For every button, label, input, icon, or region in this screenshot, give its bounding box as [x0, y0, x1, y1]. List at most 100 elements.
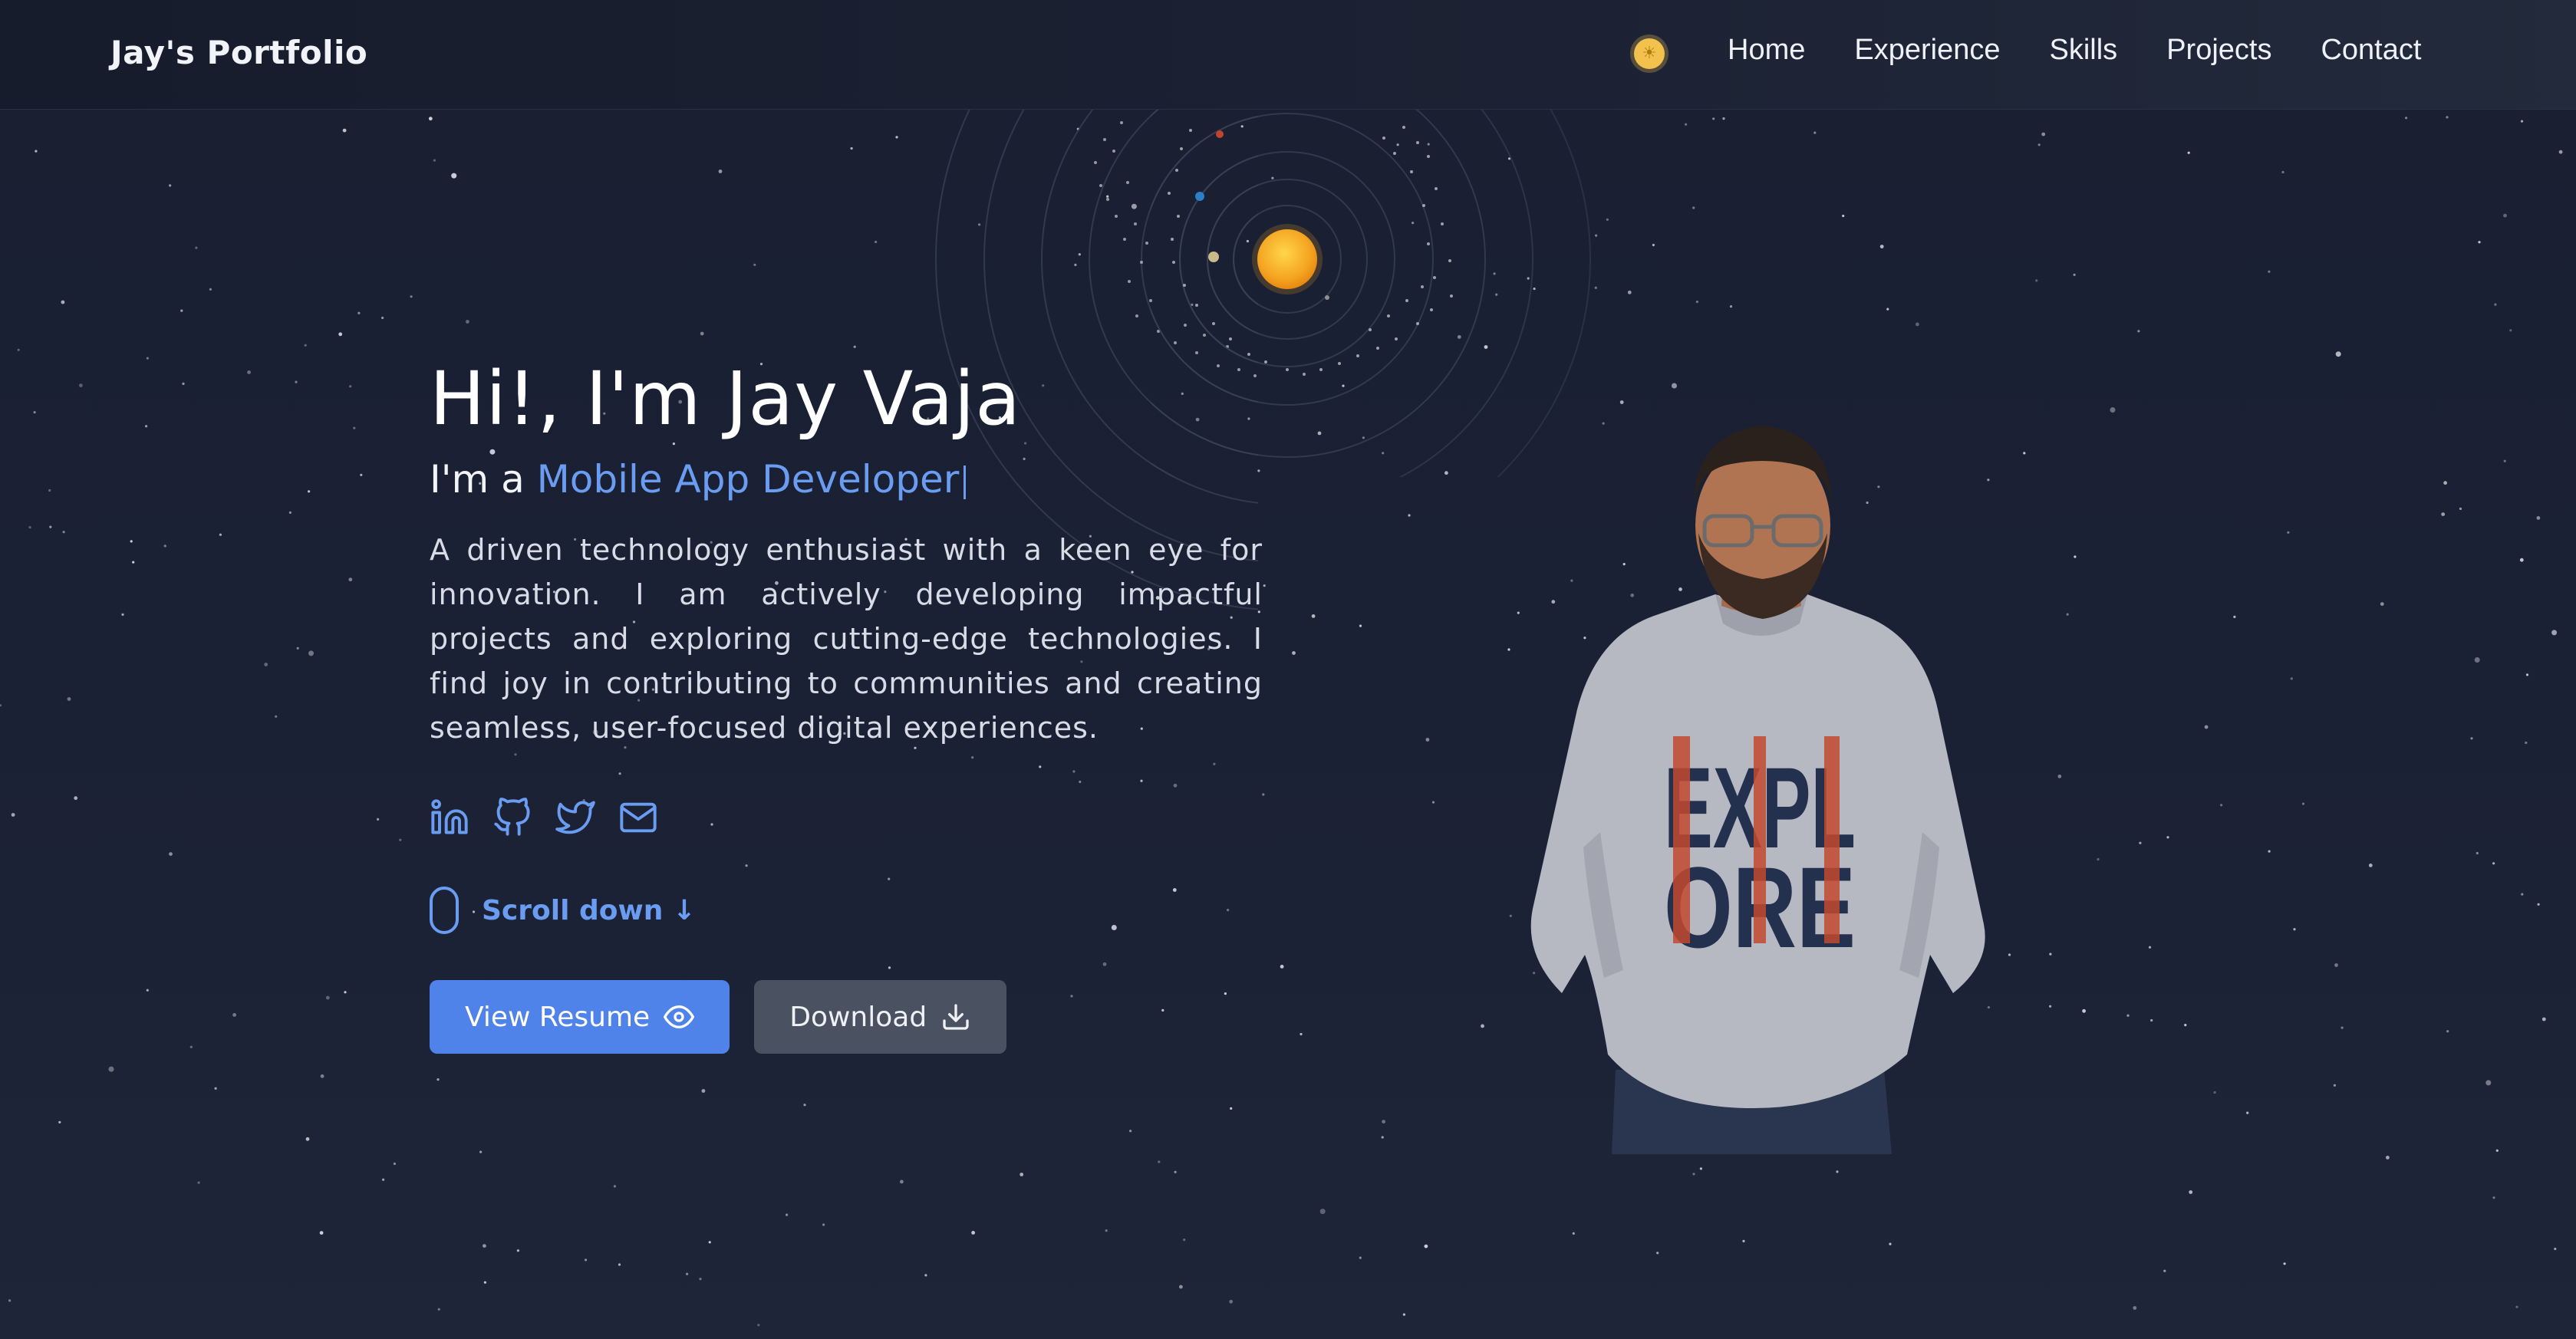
scroll-down-link[interactable]: Scroll down ↓	[430, 887, 1263, 934]
view-resume-button[interactable]: View Resume	[430, 980, 730, 1054]
star	[342, 128, 347, 133]
star	[247, 370, 251, 374]
twitter-icon[interactable]	[555, 798, 595, 837]
download-resume-button[interactable]: Download	[754, 980, 1007, 1054]
star	[618, 1263, 621, 1266]
star	[2268, 850, 2271, 853]
star	[1424, 1244, 1428, 1249]
star	[0, 704, 2, 707]
star	[344, 991, 347, 994]
star	[2478, 241, 2481, 244]
star	[48, 489, 51, 492]
star	[1381, 1136, 1384, 1139]
theme-toggle-button[interactable]: ☀	[1634, 38, 1665, 69]
star	[2041, 132, 2046, 137]
star	[1842, 214, 1845, 218]
mail-icon[interactable]	[618, 798, 658, 837]
scroll-down-label: Scroll down ↓	[482, 894, 697, 926]
star	[2333, 1084, 2336, 1087]
nav-links: Home Experience Skills Projects Contact	[1728, 34, 2421, 67]
star	[1280, 965, 1284, 969]
planet-mercury	[1208, 252, 1219, 262]
star	[288, 511, 292, 515]
star	[2283, 1262, 2286, 1265]
star	[2554, 1247, 2557, 1251]
star	[822, 1223, 825, 1226]
star	[214, 1087, 217, 1090]
star	[436, 1078, 440, 1081]
nav-projects-link[interactable]: Projects	[2166, 34, 2271, 67]
star	[49, 525, 52, 528]
nav-experience-link[interactable]: Experience	[1854, 34, 2000, 67]
star	[2287, 531, 2290, 534]
star	[900, 1179, 904, 1184]
star	[2525, 741, 2528, 745]
star	[2515, 1305, 2518, 1308]
nav-contact-link[interactable]: Contact	[2321, 34, 2421, 67]
star	[2474, 657, 2480, 663]
star	[33, 411, 36, 414]
star	[377, 818, 380, 821]
star	[516, 1249, 520, 1252]
star	[17, 348, 20, 351]
github-icon[interactable]	[492, 798, 532, 837]
star	[1722, 117, 1725, 120]
star	[295, 380, 298, 383]
star	[1183, 1239, 1186, 1242]
star	[2023, 452, 2026, 455]
top-navbar: Jay's Portfolio ☀ Home Experience Skills…	[0, 0, 2576, 110]
star	[319, 1231, 324, 1235]
download-icon	[943, 1004, 969, 1030]
star	[1916, 322, 1919, 327]
brand-logo[interactable]: Jay's Portfolio	[110, 34, 367, 71]
hero-bio: A driven technology enthusiast with a ke…	[430, 533, 1263, 745]
star	[2057, 775, 2062, 778]
star	[971, 1231, 975, 1235]
star	[700, 331, 704, 336]
star	[2233, 615, 2236, 619]
nav-skills-link[interactable]: Skills	[2050, 34, 2118, 67]
star	[2220, 804, 2223, 807]
star	[1813, 131, 1817, 134]
star	[686, 1272, 689, 1275]
star	[360, 473, 363, 476]
star	[2470, 737, 2473, 740]
star	[2492, 1196, 2495, 1199]
star	[1517, 611, 1520, 614]
star	[1129, 1130, 1132, 1133]
star	[169, 852, 173, 856]
star	[2495, 1149, 2499, 1152]
star	[2446, 116, 2449, 119]
star	[58, 1120, 61, 1124]
star	[2204, 725, 2209, 729]
star	[349, 385, 352, 388]
star	[2443, 481, 2448, 485]
star	[753, 263, 756, 266]
star	[2268, 270, 2271, 273]
star	[381, 316, 384, 320]
linkedin-icon[interactable]	[430, 798, 469, 837]
star	[74, 796, 78, 801]
star	[2137, 330, 2140, 333]
star	[145, 425, 148, 428]
star	[2008, 953, 2011, 956]
star	[1179, 1285, 1183, 1289]
star	[2166, 836, 2169, 839]
role-text: Mobile App Developer	[536, 457, 960, 502]
star	[1408, 514, 1411, 517]
star	[305, 1137, 310, 1141]
star	[1572, 1232, 1575, 1235]
star	[2521, 893, 2524, 896]
star	[325, 995, 330, 1000]
star	[2293, 928, 2296, 931]
star	[357, 311, 361, 314]
star	[410, 295, 413, 298]
star	[79, 383, 83, 387]
nav-home-link[interactable]: Home	[1728, 34, 1805, 67]
star	[1431, 801, 1435, 804]
star	[2133, 1306, 2137, 1310]
star	[1507, 648, 1510, 651]
star	[1699, 1167, 1702, 1170]
star	[483, 1281, 487, 1284]
star	[2049, 952, 2052, 956]
